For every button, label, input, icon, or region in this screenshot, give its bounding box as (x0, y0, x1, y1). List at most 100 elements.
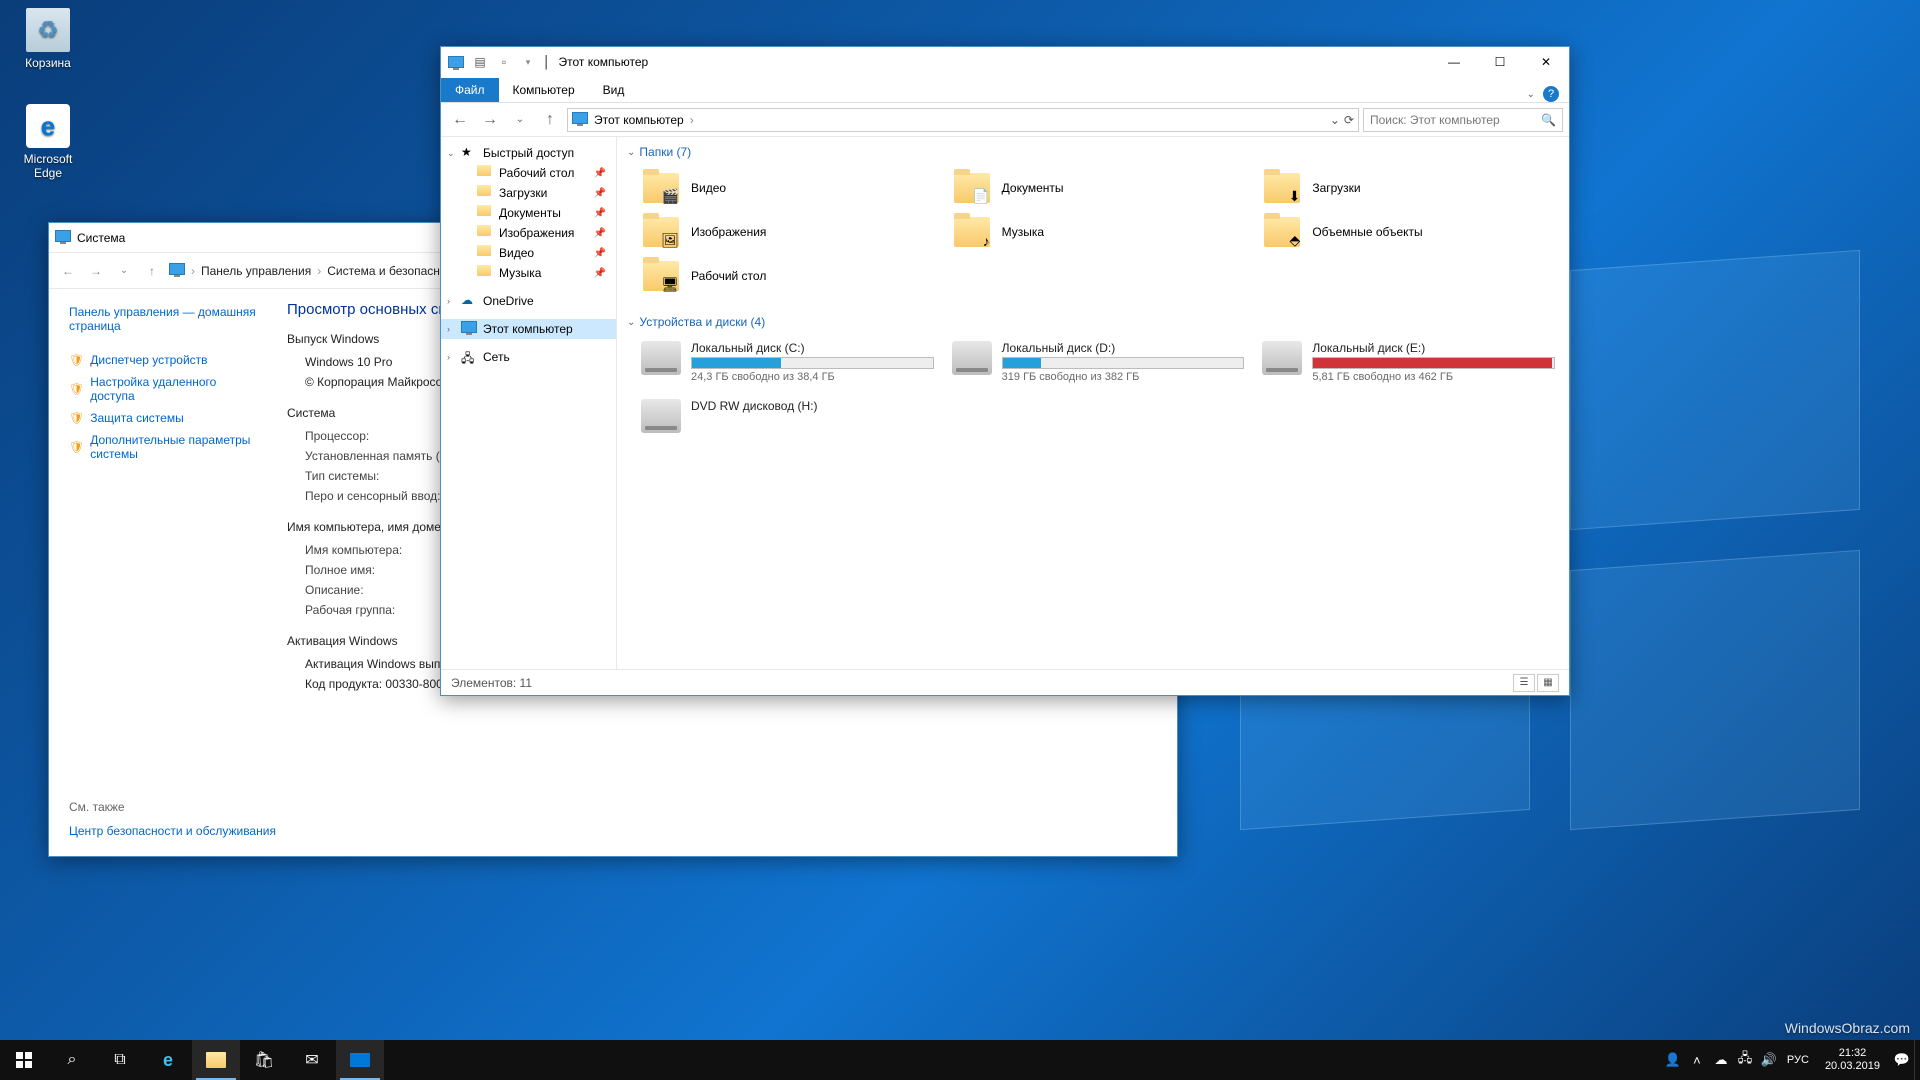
explorer-titlebar[interactable]: ▤ ▫ ▾ │ Этот компьютер ― ☐ ✕ (441, 47, 1569, 77)
drive-name: Локальный диск (C:) (691, 341, 934, 355)
tray-network-icon[interactable]: 🖧 (1733, 1040, 1757, 1080)
drive-usage-bar (1312, 357, 1555, 369)
taskbar-explorer[interactable] (192, 1040, 240, 1080)
taskbar-clock[interactable]: 21:32 20.03.2019 (1815, 1047, 1890, 1073)
nav-recent-icon[interactable]: ⌄ (113, 260, 135, 282)
tree-this-pc[interactable]: ›Этот компьютер (441, 319, 616, 339)
tree-quick-item[interactable]: Изображения📌 (441, 223, 616, 243)
nav-up-button[interactable]: ↑ (537, 107, 563, 133)
system-icon (55, 230, 71, 246)
desktop-icon-label: Корзина (12, 56, 84, 70)
drive-free-text: 24,3 ГБ свободно из 38,4 ГБ (691, 371, 934, 383)
tree-quick-item[interactable]: Документы📌 (441, 203, 616, 223)
nav-forward-icon[interactable]: → (85, 260, 107, 282)
folder-item[interactable]: 🖥Рабочий стол (637, 255, 938, 297)
windows-logo-icon (16, 1052, 32, 1068)
pin-icon: 📌 (594, 168, 610, 179)
taskbar-settings[interactable] (336, 1040, 384, 1080)
nav-back-icon[interactable]: ← (57, 260, 79, 282)
folder-icon (477, 185, 493, 201)
maximize-button[interactable]: ☐ (1477, 47, 1523, 77)
drive-item[interactable]: DVD RW дисковод (H:) (637, 395, 938, 437)
refresh-icon[interactable]: ⟳ (1344, 113, 1354, 127)
tree-onedrive[interactable]: ›☁OneDrive (441, 291, 616, 311)
search-icon: ⌕ (68, 1051, 77, 1069)
nav-back-button[interactable]: ← (447, 107, 473, 133)
tab-file[interactable]: Файл (441, 78, 499, 102)
folder-label: Изображения (691, 225, 766, 239)
store-icon: 🛍 (254, 1050, 274, 1070)
tray-onedrive-icon[interactable]: ☁ (1709, 1040, 1733, 1080)
tray-volume-icon[interactable]: 🔊 (1757, 1040, 1781, 1080)
show-desktop-button[interactable] (1914, 1040, 1920, 1080)
sidebar-link-device-manager[interactable]: 🛡Диспетчер устройств (69, 349, 257, 371)
folder-item[interactable]: 📄Документы (948, 167, 1249, 209)
tree-quick-item[interactable]: Музыка📌 (441, 263, 616, 283)
see-also-heading: См. также (69, 800, 276, 814)
pin-icon: 📌 (594, 248, 610, 259)
cloud-icon: ☁ (461, 293, 477, 309)
sidebar-home-link[interactable]: Панель управления — домашняя страница (69, 301, 257, 337)
tree-quick-item[interactable]: Загрузки📌 (441, 183, 616, 203)
edition-value: Windows 10 Pro (305, 355, 392, 369)
shield-icon: 🛡 (69, 440, 84, 454)
address-dropdown-icon[interactable]: ⌄ (1330, 113, 1340, 127)
minimize-button[interactable]: ― (1431, 47, 1477, 77)
pin-icon: 📌 (594, 188, 610, 199)
desktop-icon-edge[interactable]: e Microsoft Edge (12, 104, 84, 180)
drive-free-text: 319 ГБ свободно из 382 ГБ (1002, 371, 1245, 383)
window-title: Система (77, 231, 125, 245)
close-button[interactable]: ✕ (1523, 47, 1569, 77)
tab-computer[interactable]: Компьютер (499, 78, 589, 102)
taskbar-taskview-button[interactable]: ⧉ (96, 1040, 144, 1080)
qat-properties-icon[interactable]: ▤ (469, 51, 491, 73)
shield-icon: 🛡 (69, 411, 84, 425)
folder-icon: 🖼 (641, 215, 681, 249)
folder-item[interactable]: ⬇Загрузки (1258, 167, 1559, 209)
sidebar-link-advanced[interactable]: 🛡Дополнительные параметры системы (69, 429, 257, 465)
qat-newfolder-icon[interactable]: ▫ (493, 51, 515, 73)
tray-language[interactable]: РУС (1781, 1040, 1815, 1080)
folder-item[interactable]: 🖼 Изображения (637, 211, 938, 253)
tree-quick-access[interactable]: ⌄★Быстрый доступ (441, 143, 616, 163)
breadcrumb[interactable]: Панель управления (201, 264, 311, 278)
nav-recent-button[interactable]: ⌄ (507, 107, 533, 133)
nav-up-icon[interactable]: ↑ (141, 260, 163, 282)
tray-chevron-up-icon[interactable]: ˄ (1685, 1040, 1709, 1080)
taskbar-edge[interactable]: e (144, 1040, 192, 1080)
folder-item[interactable]: 🎬Видео (637, 167, 938, 209)
ribbon-tabs: Файл Компьютер Вид ⌄ ? (441, 77, 1569, 103)
see-also-link[interactable]: Центр безопасности и обслуживания (69, 820, 276, 842)
help-icon[interactable]: ? (1543, 86, 1559, 102)
folder-item[interactable]: ⬘Объемные объекты (1258, 211, 1559, 253)
ribbon-expand-icon[interactable]: ⌄ (1527, 89, 1535, 100)
tree-quick-item[interactable]: Видео📌 (441, 243, 616, 263)
address-bar[interactable]: Этот компьютер› ⌄⟳ (567, 108, 1359, 132)
qat-customize-icon[interactable]: ▾ (517, 51, 539, 73)
view-tiles-button[interactable]: ▦ (1537, 674, 1559, 692)
nav-forward-button[interactable]: → (477, 107, 503, 133)
start-button[interactable] (0, 1040, 48, 1080)
tab-view[interactable]: Вид (589, 78, 639, 102)
drive-item[interactable]: Локальный диск (C:) 24,3 ГБ свободно из 3… (637, 337, 938, 387)
view-details-button[interactable]: ☰ (1513, 674, 1535, 692)
window-title: Этот компьютер (559, 55, 649, 69)
folder-item[interactable]: ♪Музыка (948, 211, 1249, 253)
search-input[interactable]: Поиск: Этот компьютер 🔍 (1363, 108, 1563, 132)
drive-item[interactable]: Локальный диск (E:)5,81 ГБ свободно из 4… (1258, 337, 1559, 387)
control-panel-icon (169, 263, 185, 278)
tray-people-icon[interactable]: 👤 (1661, 1040, 1685, 1080)
tree-quick-item[interactable]: Рабочий стол📌 (441, 163, 616, 183)
sidebar-link-remote[interactable]: 🛡Настройка удаленного доступа (69, 371, 257, 407)
group-header-folders[interactable]: Папки (7) (627, 141, 1559, 163)
tray-notifications-icon[interactable]: 💬 (1890, 1040, 1914, 1080)
desktop-icon-recycle-bin[interactable]: Корзина (12, 8, 84, 70)
taskbar-search-button[interactable]: ⌕ (48, 1040, 96, 1080)
group-header-drives[interactable]: Устройства и диски (4) (627, 311, 1559, 333)
taskbar-mail[interactable]: ✉ (288, 1040, 336, 1080)
tree-network[interactable]: ›🖧Сеть (441, 347, 616, 367)
taskbar-store[interactable]: 🛍 (240, 1040, 288, 1080)
sidebar-link-protection[interactable]: 🛡Защита системы (69, 407, 257, 429)
explorer-window: ▤ ▫ ▾ │ Этот компьютер ― ☐ ✕ Файл Компью… (440, 46, 1570, 696)
drive-item[interactable]: Локальный диск (D:)319 ГБ свободно из 38… (948, 337, 1249, 387)
